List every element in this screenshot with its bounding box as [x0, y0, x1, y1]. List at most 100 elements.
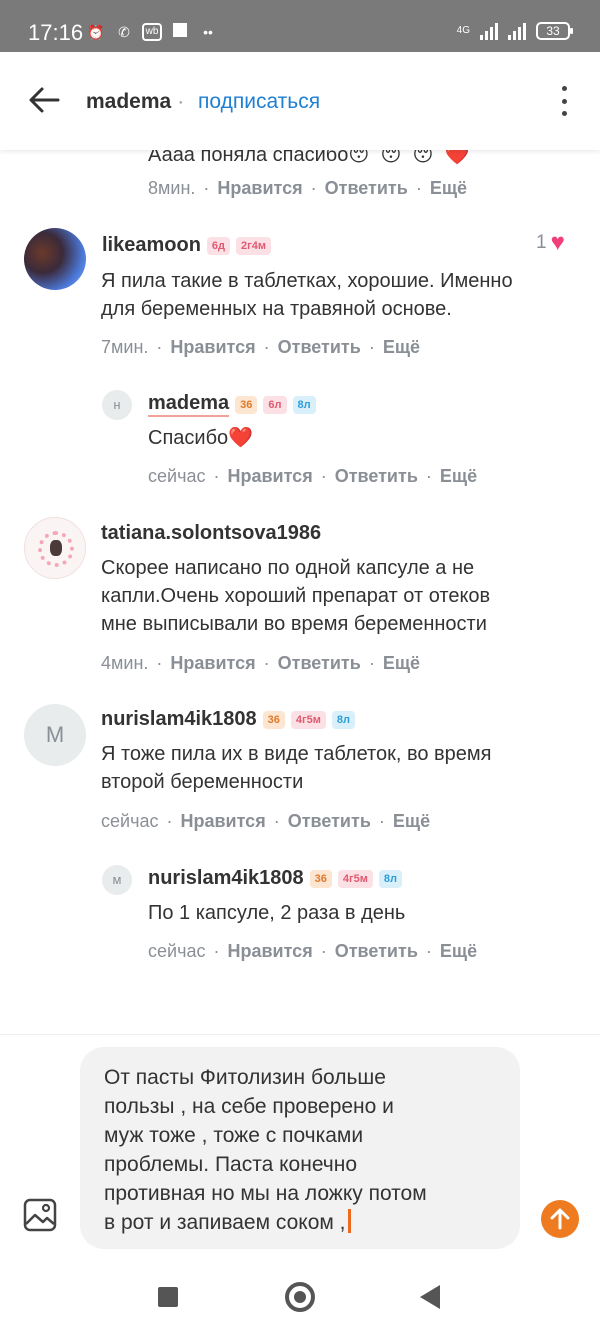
like-count[interactable]: 1 ♥	[536, 231, 565, 255]
avatar[interactable]	[24, 517, 86, 579]
subscribe-link[interactable]: подписаться	[198, 90, 320, 114]
comment-text-line: Спасибо❤️	[148, 427, 254, 449]
comment-text: По 1 капсуле, 2 раза в день	[148, 899, 405, 927]
comment-actions: 8мин. · Нравится · Ответить · Ещё	[148, 178, 468, 198]
status-bar: 17:16 ⏰ ✆ wb •• 4G 33	[0, 0, 600, 52]
child-age-badge: 6л	[263, 395, 287, 414]
recent-apps-icon[interactable]	[158, 1287, 178, 1307]
more-vertical-icon[interactable]	[552, 86, 576, 116]
reply-button[interactable]: Ответить	[325, 178, 408, 198]
heart-icon[interactable]: ♥	[551, 231, 565, 255]
comment-text-line: для беременных на травяной основе.	[101, 298, 452, 320]
comment-time: 8мин.	[148, 178, 196, 198]
battery-icon: 33	[536, 22, 573, 40]
comment-time: 7мин.	[101, 337, 149, 357]
input-line: муж тоже , тоже с почками	[104, 1124, 364, 1147]
child-age-badge: 8л	[378, 869, 402, 888]
input-line: в рот и запиваем соком ,	[104, 1211, 346, 1234]
comment-composer: От пасты Фитолизин больше пользы , на се…	[0, 1034, 600, 1260]
comment-actions: сейчас · Нравится · Ответить · Ещё	[148, 941, 478, 961]
more-button[interactable]: Ещё	[440, 466, 477, 486]
reply-button[interactable]: Ответить	[278, 653, 361, 673]
username[interactable]: tatiana.solontsova1986	[101, 522, 321, 545]
author-username[interactable]: madema	[86, 90, 171, 113]
more-notifications-icon: ••	[203, 24, 213, 40]
status-time: 17:16	[28, 20, 84, 45]
like-button[interactable]: Нравится	[227, 466, 312, 486]
send-button[interactable]	[541, 1200, 579, 1238]
username[interactable]: likeamoon	[102, 234, 201, 257]
comment-author[interactable]: nurislam4ik1808 36 4г5м 8л	[148, 867, 402, 890]
comment-author[interactable]: tatiana.solontsova1986	[101, 522, 321, 545]
more-button[interactable]: Ещё	[383, 337, 420, 357]
comment-author[interactable]: nurislam4ik1808 36 4г5м 8л	[101, 708, 355, 731]
comment-author[interactable]: madema 36 6л 8л	[148, 392, 316, 417]
comment-text-line: Я тоже пила их в виде таблеток, во время	[101, 743, 492, 765]
avatar[interactable]	[24, 228, 86, 290]
battery-level: 33	[546, 24, 560, 38]
author-name[interactable]: madema ·	[86, 90, 190, 114]
username[interactable]: nurislam4ik1808	[148, 867, 304, 890]
comment-input-text[interactable]: От пасты Фитолизин больше пользы , на се…	[104, 1063, 504, 1237]
avatar-figure	[50, 540, 62, 556]
header-separator: ·	[177, 90, 185, 113]
post-header: madema · подписаться	[0, 52, 600, 150]
image-icon[interactable]	[22, 1197, 58, 1233]
comment-text-line: мне выписывали во время беременности	[101, 613, 487, 635]
comment-text: Я пила такие в таблетках, хорошие. Именн…	[101, 267, 513, 323]
child-age-badge: 36	[262, 710, 285, 729]
comment-text: Я тоже пила их в виде таблеток, во время…	[101, 740, 492, 796]
input-line: От пасты Фитолизин больше	[104, 1066, 386, 1089]
reply-button[interactable]: Ответить	[335, 466, 418, 486]
whatsapp-icon: ✆	[118, 24, 130, 40]
comment-author[interactable]: likeamoon 6д 2г4м	[102, 234, 271, 257]
comment-time: сейчас	[148, 941, 206, 961]
username[interactable]: madema	[148, 392, 230, 417]
child-age-badge: 36	[309, 869, 332, 888]
more-button[interactable]: Ещё	[430, 178, 467, 198]
comment-text-line: Скорее написано по одной капсуле а не	[101, 557, 475, 579]
more-button[interactable]: Ещё	[393, 811, 430, 831]
comment-text: Скорее написано по одной капсуле а не ка…	[101, 554, 490, 638]
avatar[interactable]: м	[102, 865, 132, 895]
like-button[interactable]: Нравится	[227, 941, 312, 961]
send-arrow-up-icon[interactable]	[541, 1200, 579, 1238]
status-notification-icons: ⏰ ✆ wb ••	[86, 22, 218, 42]
home-icon[interactable]	[285, 1282, 315, 1312]
avatar[interactable]: M	[24, 704, 86, 766]
comment-time: сейчас	[148, 466, 206, 486]
back-triangle-icon[interactable]	[420, 1285, 440, 1309]
reply-button[interactable]: Ответить	[288, 811, 371, 831]
child-age-badge: 8л	[292, 395, 316, 414]
reply-button[interactable]: Ответить	[335, 941, 418, 961]
input-line: противная но мы на ложку потом	[104, 1182, 427, 1205]
comments-feed[interactable]: Аааа поняла спасибо😴😴😴❤️ 8мин. · Нравится ·…	[0, 150, 600, 1034]
more-button[interactable]: Ещё	[383, 653, 420, 673]
comment-text-line: второй беременности	[101, 771, 304, 793]
reply-button[interactable]: Ответить	[278, 337, 361, 357]
like-count-value: 1	[536, 232, 547, 253]
more-button[interactable]: Ещё	[440, 941, 477, 961]
comment-actions: сейчас · Нравится · Ответить · Ещё	[101, 811, 431, 831]
comment-time: 4мин.	[101, 653, 149, 673]
comment-actions: 4мин. · Нравится · Ответить · Ещё	[101, 653, 421, 673]
system-nav-bar	[0, 1260, 600, 1332]
like-button[interactable]: Нравится	[170, 653, 255, 673]
username[interactable]: nurislam4ik1808	[101, 708, 257, 731]
like-button[interactable]: Нравится	[170, 337, 255, 357]
signal-icon	[480, 22, 498, 40]
comment-text: Спасибо❤️	[148, 424, 253, 452]
status-system-icons: 4G 33	[457, 22, 573, 40]
comment-text-line: Я пила такие в таблетках, хорошие. Именн…	[101, 270, 513, 292]
silent-alarm-icon: ⏰	[87, 24, 105, 40]
comment-input[interactable]: От пасты Фитолизин больше пользы , на се…	[80, 1047, 520, 1249]
like-button[interactable]: Нравится	[217, 178, 302, 198]
child-age-badge: 8л	[331, 710, 355, 729]
arrow-left-icon[interactable]	[26, 82, 62, 118]
input-line: пользы , на себе проверено и	[104, 1095, 394, 1118]
child-age-badge: 4г5м	[290, 710, 326, 729]
avatar[interactable]: н	[102, 390, 132, 420]
comment-actions: сейчас · Нравится · Ответить · Ещё	[148, 466, 478, 486]
input-line: проблемы. Паста конечно	[104, 1153, 358, 1176]
like-button[interactable]: Нравится	[180, 811, 265, 831]
